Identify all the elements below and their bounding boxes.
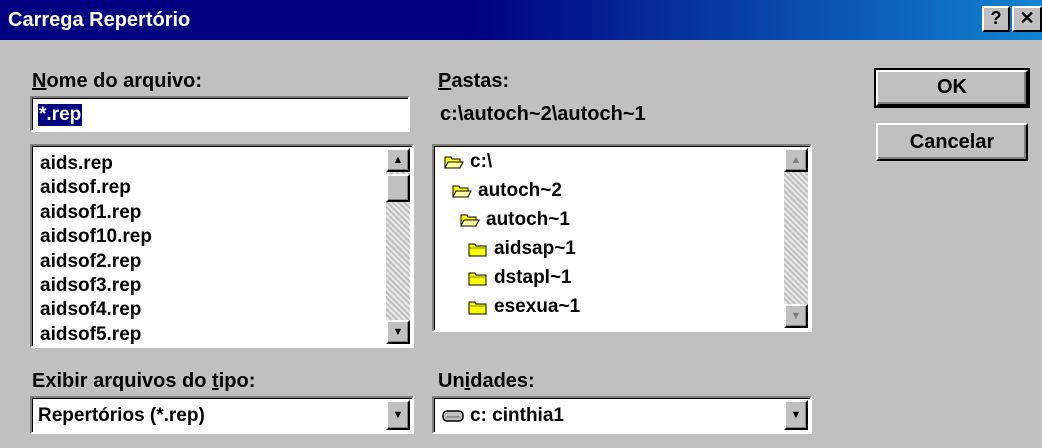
open-folder-icon	[460, 212, 480, 228]
folder-item[interactable]: dstapl~1	[468, 266, 572, 290]
folder-item[interactable]: c:\	[444, 150, 492, 174]
scroll-up-button[interactable]: ▲	[386, 148, 410, 172]
open-folder-icon	[452, 183, 472, 199]
arrow-down-icon: ▼	[392, 326, 404, 338]
file-name-label: Nome do arquivo:	[32, 70, 203, 92]
file-list-item[interactable]: aidsof4.rep	[40, 298, 152, 322]
folder-label: autoch~2	[478, 180, 562, 201]
file-list-item[interactable]: aidsof.rep	[40, 176, 152, 200]
file-list-item[interactable]: aidsof3.rep	[40, 274, 152, 298]
folder-item[interactable]: autoch~1	[460, 208, 570, 232]
folder-tree[interactable]: c:\ autoch~2 autoch~1 aidsap~1 dstapl~1 esexu…	[432, 144, 812, 332]
file-list-item[interactable]: aidsof2.rep	[40, 250, 152, 274]
drive-icon	[442, 409, 464, 428]
arrow-up-icon: ▲	[790, 154, 802, 166]
scroll-thumb[interactable]	[386, 174, 410, 202]
folder-scroll-up-button[interactable]: ▲	[784, 148, 808, 172]
folders-label: Pastas:	[438, 70, 510, 92]
chevron-down-icon: ▼	[790, 409, 802, 421]
help-button[interactable]: ?	[982, 6, 1010, 32]
file-name-input[interactable]: *.rep	[30, 96, 410, 132]
ok-button[interactable]: OK	[874, 68, 1030, 108]
folder-label: aidsap~1	[494, 238, 576, 259]
file-list-item[interactable]: aidsof10.rep	[40, 225, 152, 249]
folder-scroll-down-button[interactable]: ▼	[784, 304, 808, 328]
file-type-select[interactable]: Repertórios (*.rep) ▼	[30, 396, 414, 434]
scroll-down-button[interactable]: ▼	[386, 320, 410, 344]
file-list-item[interactable]: aidsof5.rep	[40, 323, 152, 347]
chevron-down-icon: ▼	[392, 409, 404, 421]
drives-label: Unidades:	[438, 370, 535, 392]
folder-scrollbar[interactable]: ▲ ▼	[784, 148, 808, 328]
folder-label: dstapl~1	[494, 267, 572, 288]
drive-dropdown-button[interactable]: ▼	[784, 400, 808, 430]
window-title: Carrega Repertório	[8, 9, 191, 31]
cancel-button[interactable]: Cancelar	[876, 123, 1028, 161]
file-list[interactable]: aids.rep aidsof.rep aidsof1.rep aidsof10.re…	[30, 144, 414, 348]
folder-item[interactable]: esexua~1	[468, 295, 580, 319]
folder-item[interactable]: autoch~2	[452, 179, 562, 203]
current-path: c:\autoch~2\autoch~1	[440, 103, 646, 125]
folder-icon	[468, 270, 488, 286]
file-type-dropdown-button[interactable]: ▼	[386, 400, 410, 430]
drive-value: c: cinthia1	[470, 405, 564, 426]
file-type-label: Exibir arquivos do tipo:	[32, 370, 256, 392]
title-bar: Carrega Repertório ? ✕	[0, 0, 1042, 40]
folder-label: c:\	[470, 151, 493, 172]
file-name-value: *.rep	[38, 104, 83, 126]
folder-icon	[468, 299, 488, 315]
file-type-value: Repertórios (*.rep)	[38, 405, 205, 426]
file-list-item[interactable]: aidsof1.rep	[40, 201, 152, 225]
help-icon: ?	[990, 8, 1002, 28]
file-list-item[interactable]: aids.rep	[40, 152, 152, 176]
drive-select[interactable]: c: cinthia1 ▼	[432, 396, 812, 434]
file-list-scrollbar[interactable]: ▲ ▼	[386, 148, 410, 344]
close-icon: ✕	[1019, 8, 1035, 28]
close-button[interactable]: ✕	[1012, 6, 1042, 32]
folder-label: autoch~1	[486, 209, 570, 230]
folder-label: esexua~1	[494, 296, 581, 317]
file-list-items: aids.rep aidsof.rep aidsof1.rep aidsof10.re…	[40, 152, 152, 347]
open-folder-icon	[444, 154, 464, 170]
folder-icon	[468, 241, 488, 257]
arrow-down-icon: ▼	[790, 310, 802, 322]
folder-item[interactable]: aidsap~1	[468, 237, 576, 261]
arrow-up-icon: ▲	[392, 154, 404, 166]
